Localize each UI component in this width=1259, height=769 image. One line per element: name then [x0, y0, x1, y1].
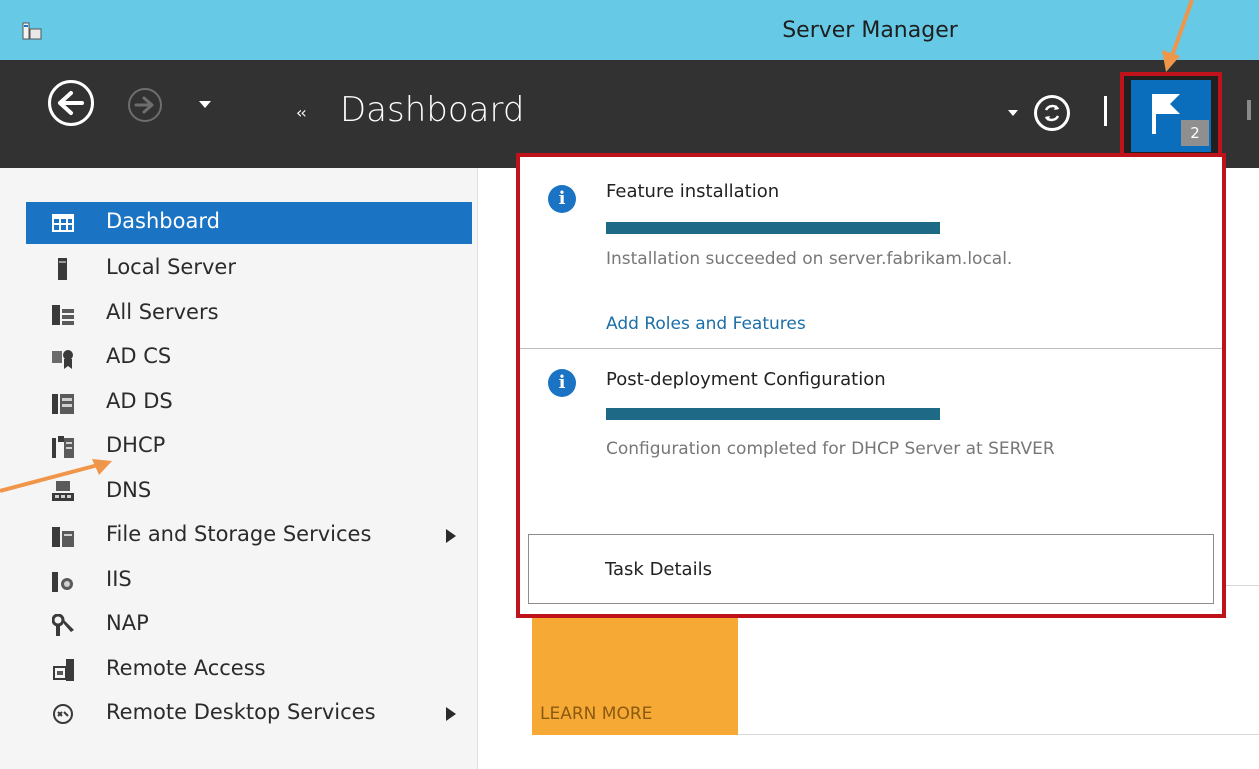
sidebar-item-label: All Servers — [106, 300, 219, 324]
notification-message: Installation succeeded on server.fabrika… — [606, 249, 1013, 269]
flag-icon — [1152, 94, 1180, 134]
sidebar-item-label: AD CS — [106, 344, 172, 368]
history-dropdown-icon[interactable] — [198, 100, 212, 110]
task-details-label: Task Details — [605, 559, 712, 580]
sidebar-item-all-servers[interactable]: All Servers — [26, 293, 472, 335]
sidebar-item-label: IIS — [106, 567, 132, 591]
info-icon: i — [548, 369, 576, 397]
sidebar-item-label: Dashboard — [106, 209, 220, 233]
header-bar — [0, 60, 1259, 168]
breadcrumb-arrows: ‹‹ — [296, 103, 307, 122]
annotation-arrow-icon — [0, 459, 112, 493]
forward-button[interactable] — [128, 88, 162, 122]
sidebar-item-remote-desktop[interactable]: Remote Desktop Services — [26, 693, 472, 735]
file-storage-icon — [52, 527, 74, 547]
sidebar-item-dashboard[interactable]: Dashboard — [26, 202, 472, 244]
task-details-button[interactable]: Task Details — [528, 534, 1214, 604]
sidebar-item-label: Remote Access — [106, 656, 266, 680]
breadcrumb-dropdown-icon[interactable] — [1008, 110, 1018, 118]
header-overflow-edge — [1247, 100, 1251, 120]
certificate-icon — [52, 350, 73, 369]
window-title: Server Manager — [782, 18, 958, 43]
learn-more-link[interactable]: LEARN MORE — [540, 704, 652, 724]
remote-desktop-icon — [53, 704, 73, 724]
notification-divider — [520, 348, 1222, 349]
sidebar-item-label: NAP — [106, 611, 149, 635]
expand-arrow-icon[interactable] — [446, 529, 456, 543]
header-separator — [1104, 96, 1107, 126]
sidebar-item-nap[interactable]: NAP — [26, 604, 472, 646]
server-manager-window: Server Manager ‹‹ Dashboard 2 Dashboard … — [0, 0, 1259, 769]
notification-title: Post-deployment Configuration — [606, 369, 886, 390]
sidebar-item-ad-cs[interactable]: AD CS — [26, 337, 472, 379]
sidebar-item-local-server[interactable]: Local Server — [26, 248, 472, 290]
notification-message: Configuration completed for DHCP Server … — [606, 439, 1055, 459]
servers-icon — [52, 305, 74, 325]
notification-progress-bar — [606, 408, 940, 420]
nap-icon — [52, 614, 74, 636]
breadcrumb-dashboard: Dashboard — [340, 90, 525, 130]
sidebar-item-label: Remote Desktop Services — [106, 700, 376, 724]
notification-title: Feature installation — [606, 181, 780, 202]
sidebar-item-remote-access[interactable]: Remote Access — [26, 649, 472, 691]
sidebar-item-label: Local Server — [106, 255, 236, 279]
back-arrow-icon — [58, 91, 84, 115]
back-button[interactable] — [48, 80, 94, 126]
iis-icon — [52, 572, 73, 592]
remote-access-icon — [53, 659, 74, 681]
sidebar-item-iis[interactable]: IIS — [26, 560, 472, 602]
info-icon: i — [548, 185, 576, 213]
refresh-button[interactable] — [1034, 95, 1070, 131]
expand-arrow-icon[interactable] — [446, 707, 456, 721]
annotation-arrow-icon — [1162, 0, 1194, 72]
add-roles-features-link[interactable]: Add Roles and Features — [606, 314, 806, 334]
title-bar: Server Manager — [0, 0, 1259, 60]
server-icon — [58, 258, 67, 280]
notification-progress-bar — [606, 222, 940, 234]
sidebar-item-label: File and Storage Services — [106, 522, 372, 546]
dashboard-grid-icon — [52, 214, 74, 232]
sidebar-item-ad-ds[interactable]: AD DS — [26, 382, 472, 424]
directory-icon — [52, 394, 74, 414]
sidebar-item-label: AD DS — [106, 389, 173, 413]
sidebar-item-file-storage[interactable]: File and Storage Services — [26, 515, 472, 557]
notification-count-badge: 2 — [1181, 120, 1209, 146]
forward-arrow-icon — [134, 96, 154, 114]
sidebar-item-label: DHCP — [106, 433, 166, 457]
refresh-icon — [1044, 104, 1060, 122]
